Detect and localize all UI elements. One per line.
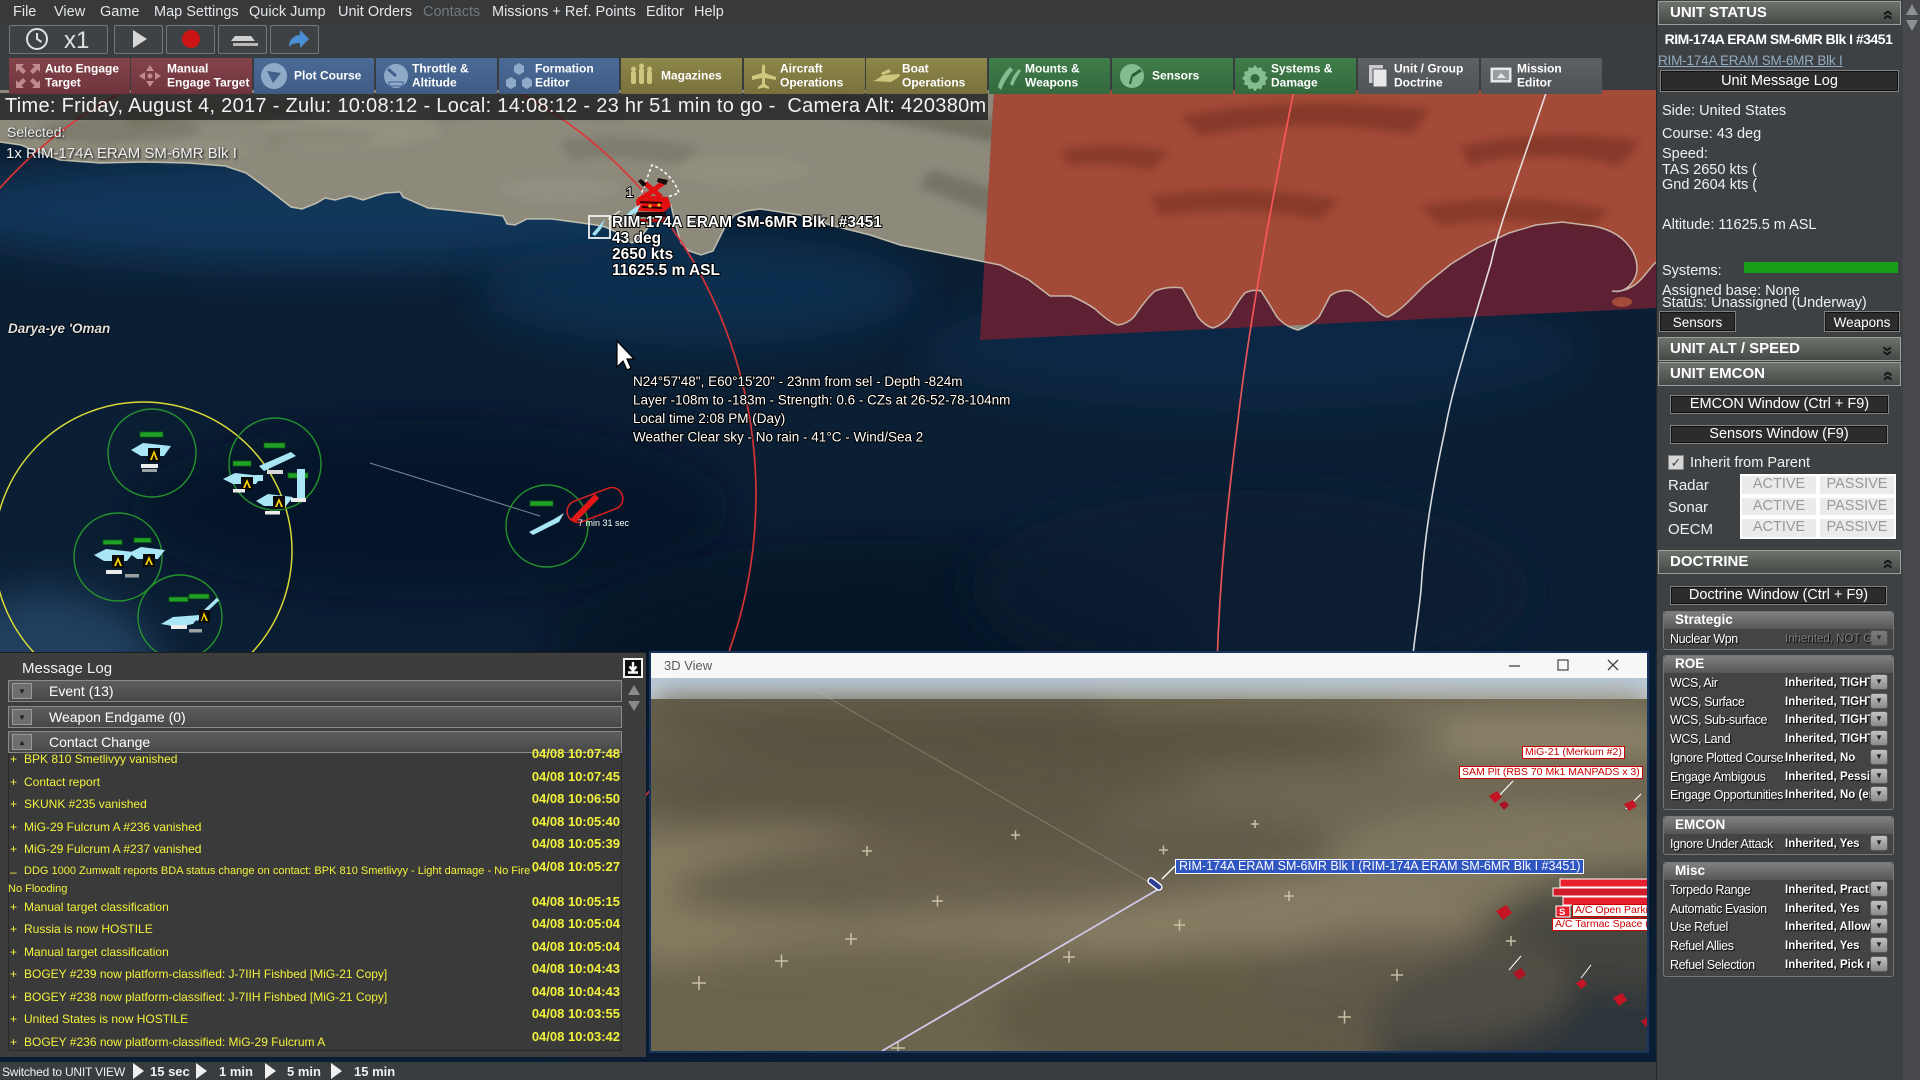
svg-text:1: 1 <box>626 185 634 200</box>
svg-text:N24°57'48", E60°15'20" - 23nm: N24°57'48", E60°15'20" - 23nm from sel -… <box>633 374 962 389</box>
svg-text:2650 kts: 2650 kts <box>612 246 673 263</box>
svg-text:Darya-ye 'Oman: Darya-ye 'Oman <box>8 321 110 336</box>
svg-text:x1: x1 <box>64 27 89 53</box>
svg-text:11625.5 m ASL: 11625.5 m ASL <box>612 262 720 279</box>
svg-text:Local time 2:08 PM (Day): Local time 2:08 PM (Day) <box>633 411 785 426</box>
svg-text:Weather Clear sky - No rain -: Weather Clear sky - No rain - 41°C - Win… <box>633 430 923 445</box>
svg-text:RIM-174A ERAM SM-6MR Blk I #34: RIM-174A ERAM SM-6MR Blk I #3451 <box>612 214 882 231</box>
svg-text:7 min 31 sec: 7 min 31 sec <box>578 518 630 528</box>
svg-text:S: S <box>1559 907 1565 918</box>
svg-text:43 deg: 43 deg <box>612 230 661 247</box>
svg-text:Layer -108m to -183m - Strengt: Layer -108m to -183m - Strength: 0.6 - C… <box>633 393 1010 408</box>
